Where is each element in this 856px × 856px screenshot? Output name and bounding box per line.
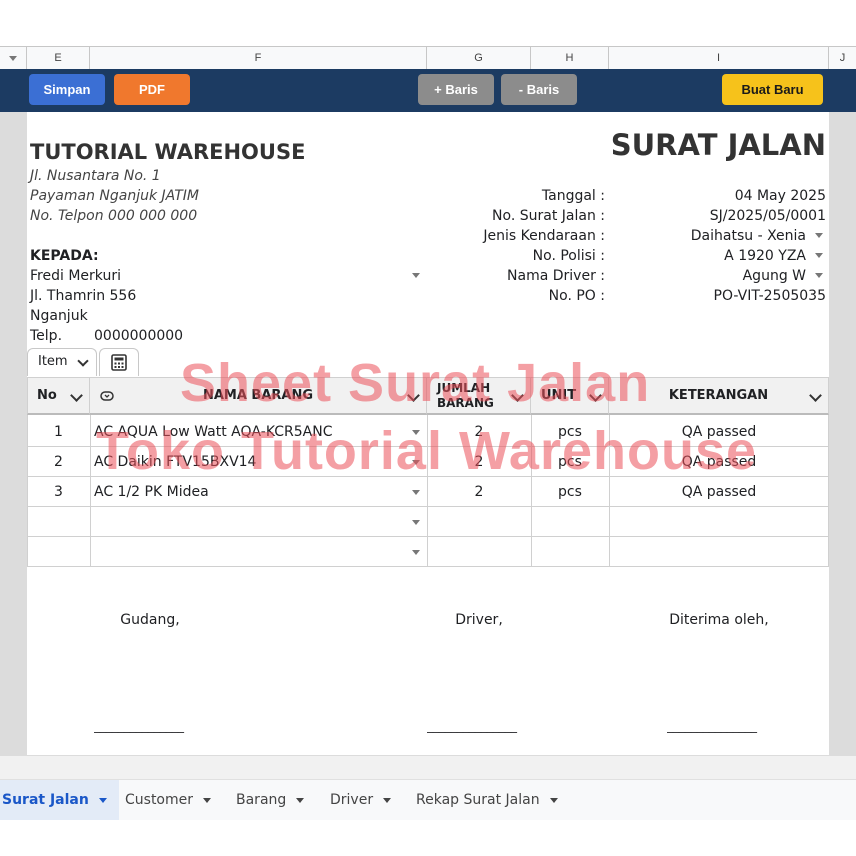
item-view-tab[interactable]: Item — [27, 348, 97, 376]
chevron-down-icon[interactable] — [70, 389, 83, 402]
calculator-icon — [111, 354, 127, 371]
calculator-view-tab[interactable] — [99, 348, 139, 376]
sheet-tab-driver[interactable]: Driver — [330, 780, 392, 820]
horizontal-scroll-area[interactable] — [0, 755, 856, 780]
pdf-button[interactable]: PDF — [114, 74, 190, 105]
sheet-tab-bar: Surat Jalan Customer Barang Driver Rekap… — [0, 779, 856, 820]
detail-value-vehicle[interactable]: Daihatsu - Xenia — [640, 227, 806, 245]
detail-label-plate: No. Polisi : — [532, 248, 605, 264]
company-address-1: Jl. Nusantara No. 1 — [30, 168, 161, 184]
detail-value-po[interactable]: PO-VIT-2505035 — [640, 287, 826, 305]
left-margin — [0, 112, 27, 755]
signature-driver-label: Driver, — [455, 612, 503, 628]
detail-label-po: No. PO : — [548, 288, 605, 304]
notes-cell[interactable]: QA passed — [609, 483, 829, 501]
company-name: TUTORIAL WAREHOUSE — [30, 140, 306, 164]
detail-value-number[interactable]: SJ/2025/05/0001 — [640, 207, 826, 225]
item-name-cell[interactable]: AC 1/2 PK Midea — [94, 483, 209, 501]
chevron-down-icon[interactable] — [809, 389, 822, 402]
signature-line-driver: _______________ — [427, 719, 517, 733]
right-margin — [829, 112, 856, 755]
header-no-label: No — [37, 388, 57, 403]
row-divider — [27, 566, 829, 567]
header-notes-label: KETERANGAN — [668, 388, 769, 403]
recipient-city: Nganjuk — [30, 308, 88, 324]
action-toolbar: Simpan PDF + Baris - Baris Buat Baru — [0, 69, 856, 112]
detail-label-date: Tanggal : — [541, 188, 605, 204]
column-header-e[interactable]: E — [27, 47, 90, 69]
recipient-phone-label: Telp. — [30, 328, 63, 344]
sheet-tab-barang[interactable]: Barang — [236, 780, 305, 820]
watermark-line-1: Sheet Surat Jalan — [180, 353, 651, 413]
document-title: SURAT JALAN — [610, 128, 826, 162]
new-document-button[interactable]: Buat Baru — [722, 74, 823, 105]
corner-dropdown-icon — [9, 56, 17, 61]
quantity-cell[interactable]: 2 — [427, 483, 531, 501]
plate-dropdown-icon[interactable] — [815, 253, 823, 258]
column-header-g[interactable]: G — [427, 47, 531, 69]
add-row-button[interactable]: + Baris — [418, 74, 494, 105]
detail-value-plate[interactable]: A 1920 YZA — [640, 247, 806, 265]
item-dropdown-icon[interactable] — [412, 520, 420, 525]
recipient-dropdown-icon[interactable] — [412, 273, 420, 278]
column-header-h[interactable]: H — [531, 47, 609, 69]
signature-receiver-label: Diterima oleh, — [669, 612, 769, 628]
company-phone: No. Telpon 000 000 000 — [30, 208, 198, 224]
chevron-down-icon[interactable] — [98, 797, 107, 803]
detail-value-date[interactable]: 04 May 2025 — [640, 187, 826, 205]
vehicle-dropdown-icon[interactable] — [815, 233, 823, 238]
signature-line-warehouse: _______________ — [94, 719, 184, 733]
column-header-bar: E F G H I J — [0, 46, 856, 70]
sheet-tab-label: Driver — [330, 792, 374, 808]
detail-label-driver: Nama Driver : — [507, 268, 605, 284]
sheet-tab-rekap[interactable]: Rekap Surat Jalan — [416, 780, 558, 820]
row-divider — [27, 536, 829, 537]
sheet-tab-label: Rekap Surat Jalan — [416, 792, 540, 808]
item-dropdown-icon[interactable] — [412, 550, 420, 555]
sheet-tab-label: Surat Jalan — [2, 792, 89, 808]
chevron-down-icon[interactable] — [549, 797, 558, 803]
row-number: 1 — [54, 424, 63, 440]
unit-cell: pcs — [558, 484, 582, 500]
recipient-phone: 0000000000 — [94, 328, 184, 344]
column-header-j[interactable]: J — [829, 47, 856, 69]
chevron-down-icon[interactable] — [383, 797, 392, 803]
item-dropdown-icon[interactable] — [412, 490, 420, 495]
row-divider — [27, 506, 829, 507]
chevron-down-icon[interactable] — [296, 797, 305, 803]
detail-label-vehicle: Jenis Kendaraan : — [483, 228, 605, 244]
watermark-line-2: Toko Tutorial Warehouse — [96, 421, 758, 481]
sheet-tab-surat-jalan[interactable]: Surat Jalan — [0, 780, 119, 820]
remove-row-button[interactable]: - Baris — [501, 74, 577, 105]
column-header-f[interactable]: F — [90, 47, 427, 69]
signature-warehouse-label: Gudang, — [120, 612, 180, 628]
save-button[interactable]: Simpan — [29, 74, 105, 105]
row-number: 3 — [54, 484, 63, 500]
signature-line-receiver: _______________ — [667, 719, 757, 733]
recipient-name[interactable]: Fredi Merkuri — [30, 267, 121, 285]
chevron-down-icon[interactable] — [203, 797, 212, 803]
sheet-tab-label: Barang — [236, 792, 287, 808]
driver-dropdown-icon[interactable] — [815, 273, 823, 278]
item-view-label: Item — [38, 354, 68, 369]
row-number: 2 — [54, 454, 63, 470]
detail-label-number: No. Surat Jalan : — [492, 208, 605, 224]
detail-value-driver[interactable]: Agung W — [640, 267, 806, 285]
chevron-down-icon — [77, 355, 89, 367]
sheet-tab-label: Customer — [125, 792, 194, 808]
column-divider — [90, 415, 91, 567]
recipient-heading: KEPADA: — [30, 248, 99, 264]
company-address-2: Payaman Nganjuk JATIM — [30, 188, 200, 204]
column-header-i[interactable]: I — [609, 47, 829, 69]
sheet-tab-customer[interactable]: Customer — [125, 780, 212, 820]
header-no[interactable]: No — [27, 377, 90, 415]
select-all-corner[interactable] — [0, 47, 27, 69]
dropdown-chip-icon — [100, 391, 114, 401]
recipient-address: Jl. Thamrin 556 — [30, 288, 137, 304]
